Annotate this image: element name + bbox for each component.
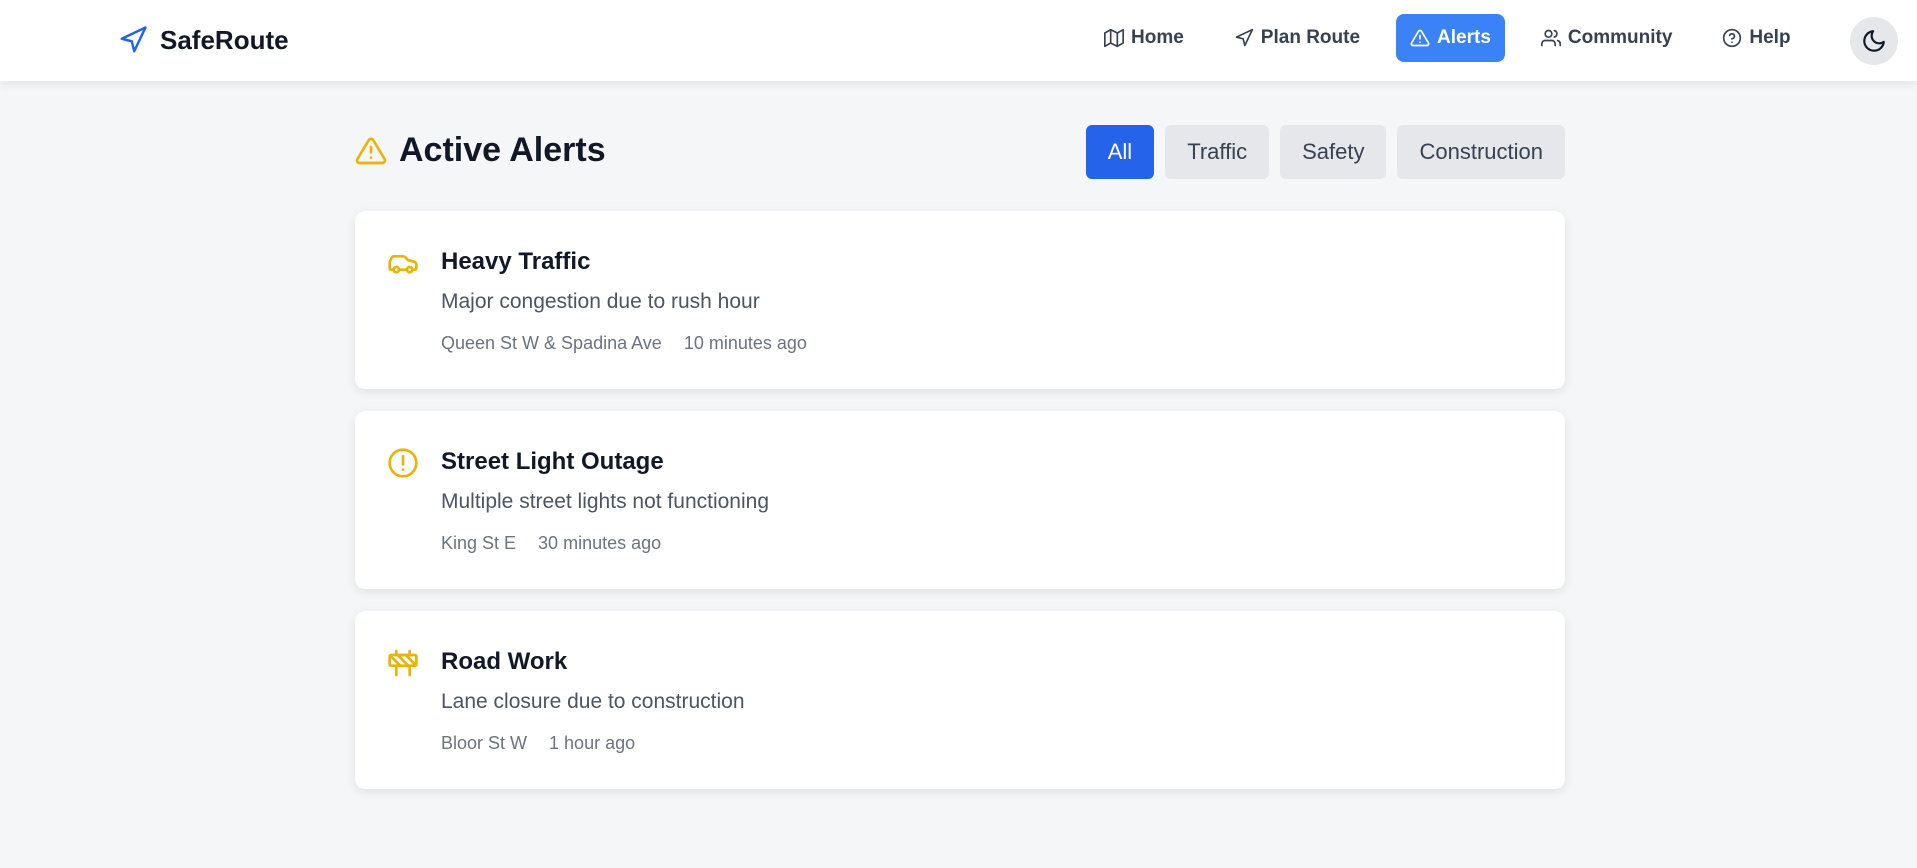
alert-card[interactable]: Heavy Traffic Major congestion due to ru…: [355, 211, 1565, 389]
alert-filters: All Traffic Safety Construction: [1085, 125, 1565, 179]
nav-item-alerts[interactable]: Alerts: [1396, 14, 1505, 62]
alert-meta: King St E 30 minutes ago: [441, 533, 661, 554]
nav-item-label: Alerts: [1437, 27, 1491, 48]
nav-item-label: Community: [1567, 27, 1673, 48]
alerts-header: Active Alerts All Traffic Safety Constru…: [355, 81, 1565, 211]
alert-card[interactable]: Road Work Lane closure due to constructi…: [355, 611, 1565, 789]
top-navbar: SafeRoute Home Plan Route Alerts Communi…: [0, 0, 1917, 81]
car-icon: [388, 254, 418, 274]
alert-title: Heavy Traffic: [441, 248, 591, 275]
alert-triangle-icon: [1410, 29, 1430, 47]
alert-card[interactable]: Street Light Outage Multiple street ligh…: [355, 411, 1565, 589]
alert-location: Queen St W & Spadina Ave: [441, 333, 662, 353]
alert-location: King St E: [441, 533, 517, 553]
nav-item-home[interactable]: Home: [1090, 14, 1198, 62]
alert-time: 30 minutes ago: [538, 533, 662, 553]
alert-triangle-icon: [355, 137, 387, 164]
theme-toggle-button[interactable]: [1850, 17, 1898, 65]
map-icon: [1104, 28, 1124, 48]
moon-icon: [1863, 30, 1885, 52]
alert-description: Major congestion due to rush hour: [441, 290, 760, 313]
brand-name: SafeRoute: [160, 24, 289, 55]
filter-construction-button[interactable]: Construction: [1397, 125, 1565, 179]
page-title: Active Alerts: [355, 131, 606, 170]
alerts-page: Active Alerts All Traffic Safety Constru…: [355, 81, 1565, 789]
alert-meta: Queen St W & Spadina Ave 10 minutes ago: [441, 333, 807, 354]
alert-description: Multiple street lights not functioning: [441, 490, 770, 513]
navigation-icon: [1235, 28, 1253, 47]
nav-item-community[interactable]: Community: [1527, 14, 1687, 62]
filter-safety-button[interactable]: Safety: [1280, 125, 1387, 179]
filter-traffic-button[interactable]: Traffic: [1165, 125, 1270, 179]
alert-title: Street Light Outage: [441, 448, 664, 475]
page-title-text: Active Alerts: [399, 131, 606, 169]
nav-item-label: Home: [1131, 27, 1184, 48]
nav-item-plan-route[interactable]: Plan Route: [1220, 14, 1374, 62]
alert-meta: Bloor St W 1 hour ago: [441, 733, 635, 754]
brand-logo[interactable]: SafeRoute: [118, 22, 289, 58]
filter-all-button[interactable]: All: [1085, 125, 1155, 179]
users-icon: [1540, 29, 1561, 47]
alert-description: Lane closure due to construction: [441, 690, 745, 713]
main-nav: Home Plan Route Alerts Community Help: [1090, 14, 1827, 62]
alert-time: 1 hour ago: [549, 733, 636, 753]
construction-icon: [388, 649, 418, 677]
alert-title: Road Work: [441, 648, 568, 675]
nav-item-help[interactable]: Help: [1708, 14, 1804, 62]
nav-item-label: Help: [1749, 27, 1791, 48]
nav-item-label: Plan Route: [1260, 27, 1361, 48]
help-circle-icon: [1723, 28, 1742, 48]
navigation-icon: [120, 26, 147, 53]
alert-circle-icon: [388, 448, 418, 478]
alert-time: 10 minutes ago: [683, 333, 807, 353]
alert-location: Bloor St W: [441, 733, 528, 753]
